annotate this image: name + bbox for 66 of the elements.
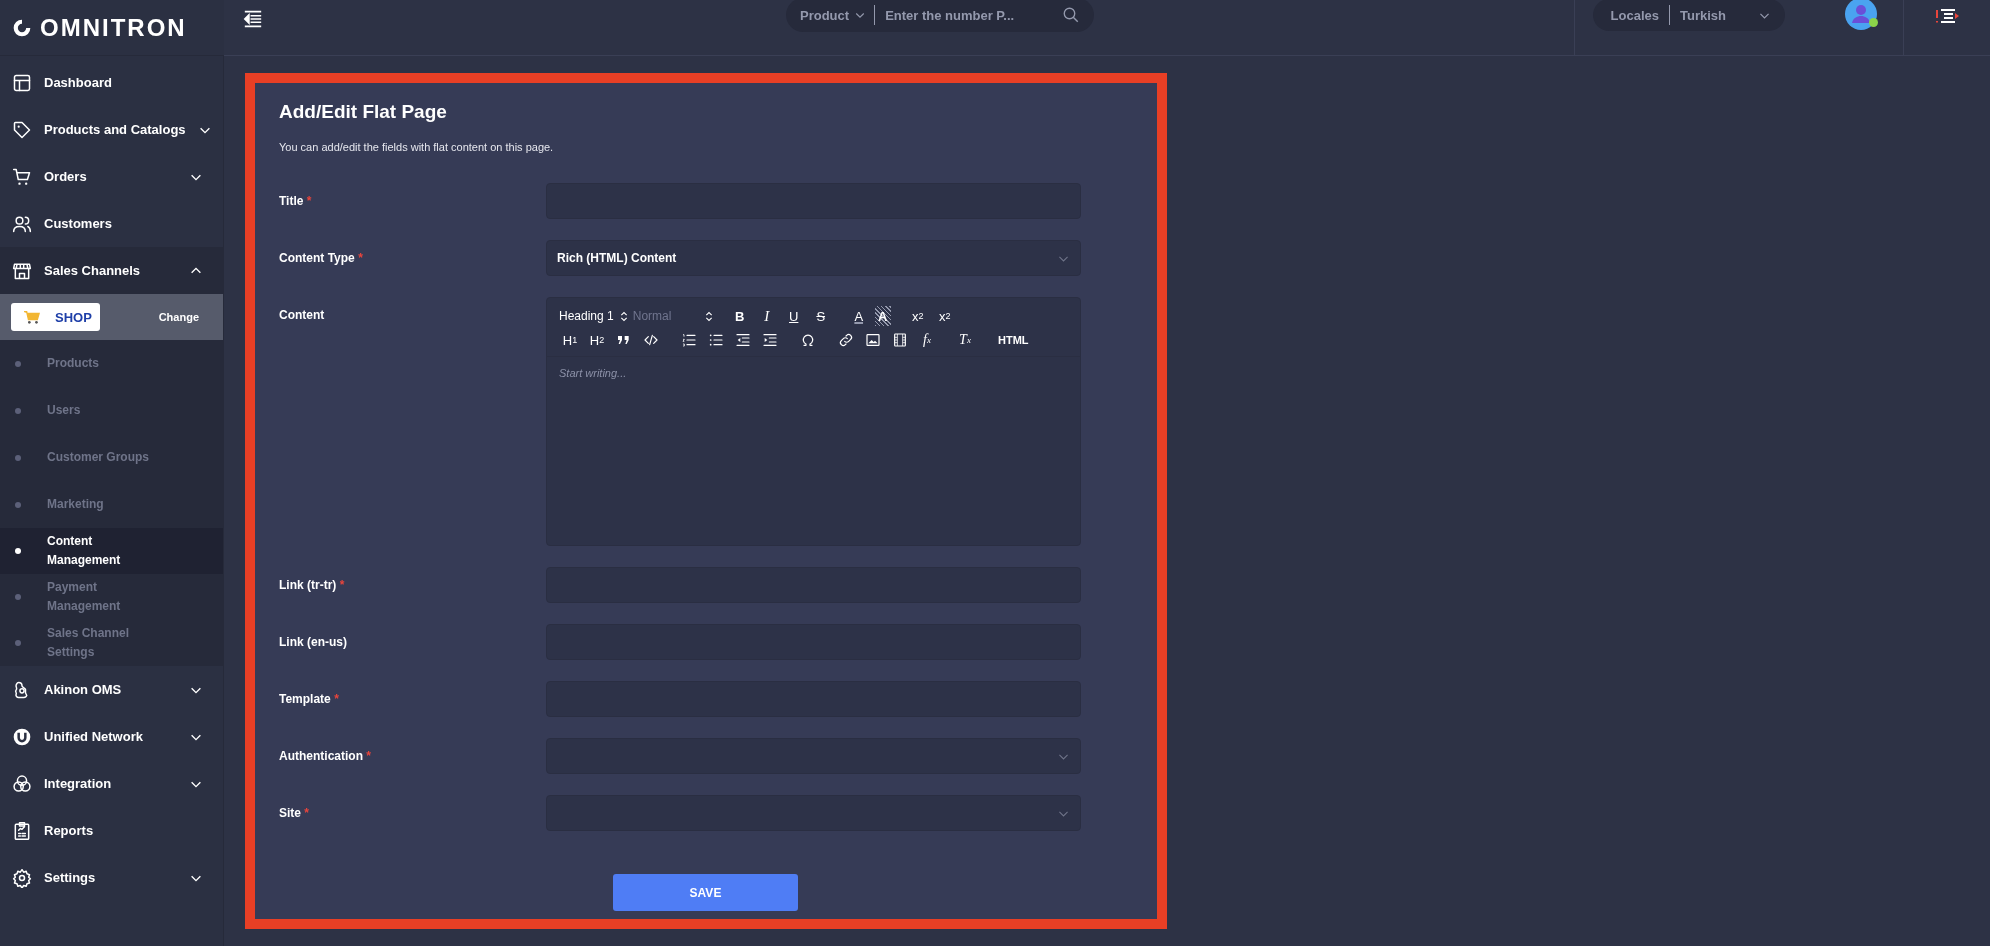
field-label: Link (tr-tr) * — [279, 577, 346, 592]
scope-dropdown[interactable]: Product — [800, 7, 867, 23]
sidebar-item[interactable]: Dashboard — [0, 59, 223, 106]
film-icon — [892, 332, 908, 348]
change-button[interactable]: Change — [152, 310, 205, 324]
submenu-item[interactable]: Content Management — [0, 528, 223, 574]
notifications-button[interactable] — [1935, 8, 1959, 24]
save-button[interactable]: SAVE — [613, 874, 798, 911]
locales-dropdown[interactable]: Locales Turkish — [1592, 0, 1785, 31]
sidebar-item[interactable]: Settings — [0, 854, 223, 901]
strikethrough-button[interactable]: S — [809, 306, 832, 326]
cart-icon — [23, 309, 41, 325]
sidebar-item[interactable]: Orders — [0, 153, 223, 200]
tag-icon — [12, 119, 32, 140]
u-logo-icon — [12, 726, 32, 747]
page-title: Add/Edit Flat Page — [279, 101, 448, 123]
logo-text: OMNITRON — [40, 13, 187, 42]
field-label: Site * — [279, 805, 311, 820]
text-color-button[interactable]: A — [847, 306, 870, 326]
search-field[interactable]: Enter the number P... — [883, 6, 1054, 24]
select-field[interactable] — [546, 738, 1081, 774]
logo-icon — [12, 17, 32, 38]
field-label: Title * — [279, 193, 313, 208]
sort-arrows-icon — [619, 310, 628, 322]
circles-icon — [12, 773, 32, 794]
bullet-list-icon — [708, 332, 724, 348]
numbered-list-icon — [681, 332, 697, 348]
page-description: You can add/edit the fields with flat content on this page. — [279, 141, 555, 153]
user-avatar[interactable] — [1845, 0, 1877, 30]
sidebar-item[interactable]: Unified Network — [0, 713, 223, 760]
background-color-button[interactable]: A — [874, 306, 891, 326]
omega-icon — [800, 332, 816, 348]
search-bar[interactable]: Product Enter the number P... — [786, 0, 1094, 32]
field-label: Authentication * — [279, 748, 372, 763]
channel-button[interactable]: SHOP — [11, 303, 100, 331]
italic-button[interactable]: I — [755, 306, 778, 326]
sort-arrows-icon — [704, 310, 713, 322]
image-icon — [865, 332, 881, 348]
link-icon — [838, 332, 854, 348]
layout-icon — [12, 72, 32, 93]
code-icon — [643, 332, 659, 348]
search-icon — [1062, 6, 1080, 24]
field-label: Template * — [279, 691, 340, 706]
sidebar-item[interactable]: Sales Channels — [0, 247, 223, 294]
collapse-menu-button[interactable] — [242, 10, 264, 28]
underline-button[interactable]: U — [782, 306, 805, 326]
outdent-icon — [735, 332, 751, 348]
sidebar-item[interactable]: Customers — [0, 200, 223, 247]
select-field[interactable] — [546, 795, 1081, 831]
select-field[interactable]: Rich (HTML) Content — [546, 240, 1081, 276]
sidebar-item[interactable]: Integration — [0, 760, 223, 807]
indent-icon — [762, 332, 778, 348]
field-label: Link (en-us) — [279, 634, 348, 649]
format-button[interactable]: x$^{2}$ — [933, 306, 956, 326]
settings-icon — [12, 867, 32, 888]
field-label: Content Type * — [279, 250, 364, 265]
html-button[interactable]: HTML — [998, 330, 1029, 350]
cart-icon — [12, 166, 32, 187]
sidebar-item[interactable]: Akinon OMS — [0, 666, 223, 713]
editor-text-area[interactable]: Start writing... — [547, 357, 1080, 545]
bold-button[interactable]: B — [728, 306, 751, 326]
sidebar-item[interactable]: Products and Catalogs — [0, 106, 223, 153]
clipboard-icon — [12, 820, 32, 841]
field-label: Content — [279, 307, 326, 322]
heading-dropdown[interactable]: Heading 1 — [559, 306, 628, 326]
sidebar-item[interactable]: Reports — [0, 807, 223, 854]
